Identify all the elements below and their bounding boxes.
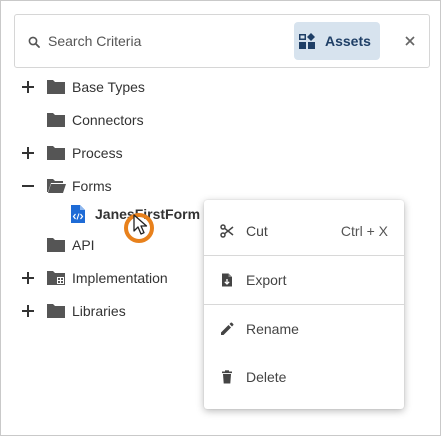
tree-node-label: Connectors [72, 112, 144, 128]
expand-plus-icon[interactable] [21, 271, 35, 285]
folder-package-icon [47, 271, 65, 285]
pencil-icon [221, 322, 234, 335]
clear-search-button[interactable] [400, 31, 420, 51]
export-file-icon [222, 273, 232, 287]
menu-item-cut[interactable]: Cut Ctrl + X [204, 211, 404, 251]
folder-icon [47, 304, 65, 318]
tree-node-label: Process [72, 145, 123, 161]
asset-tree-panel: Assets Base Types Connectors [0, 0, 441, 436]
scissors-icon [220, 224, 234, 238]
menu-item-label: Rename [246, 321, 299, 337]
context-menu: Cut Ctrl + X Export Rename Delete [204, 200, 404, 409]
menu-separator [204, 304, 404, 305]
menu-item-label: Delete [246, 369, 287, 385]
menu-item-label: Cut [246, 223, 268, 239]
assets-label: Assets [325, 33, 371, 49]
tree-node-label: Forms [72, 178, 112, 194]
folder-open-icon [47, 179, 66, 193]
menu-separator [204, 255, 404, 256]
menu-item-export[interactable]: Export [204, 260, 404, 300]
tree-node-base-types[interactable]: Base Types [1, 74, 441, 100]
search-input[interactable] [48, 29, 278, 53]
folder-icon [47, 80, 65, 94]
expand-plus-icon[interactable] [21, 80, 35, 94]
trash-icon [222, 370, 232, 384]
tree-node-label: Libraries [72, 303, 126, 319]
close-icon [405, 36, 415, 46]
assets-toggle-button[interactable]: Assets [294, 22, 380, 60]
tree-node-label: Base Types [72, 79, 145, 95]
tree-node-label: Implementation [72, 270, 168, 286]
form-file-icon [71, 205, 85, 223]
mouse-pointer-icon [133, 214, 148, 235]
tree-node-connectors[interactable]: Connectors [1, 107, 441, 133]
folder-icon [47, 113, 65, 127]
menu-item-label: Export [246, 272, 287, 288]
expand-plus-icon[interactable] [21, 146, 35, 160]
folder-icon [47, 146, 65, 160]
tree-node-process[interactable]: Process [1, 140, 441, 166]
menu-item-shortcut: Ctrl + X [340, 223, 388, 239]
assets-icon [299, 33, 315, 49]
search-icon [28, 36, 40, 48]
tree-node-forms[interactable]: Forms [1, 173, 441, 199]
tree-node-label: API [72, 237, 95, 253]
search-bar: Assets [14, 14, 430, 68]
menu-item-delete[interactable]: Delete [204, 357, 404, 397]
expand-plus-icon[interactable] [21, 304, 35, 318]
collapse-minus-icon[interactable] [21, 179, 35, 193]
folder-icon [47, 238, 65, 252]
menu-item-rename[interactable]: Rename [204, 309, 404, 349]
